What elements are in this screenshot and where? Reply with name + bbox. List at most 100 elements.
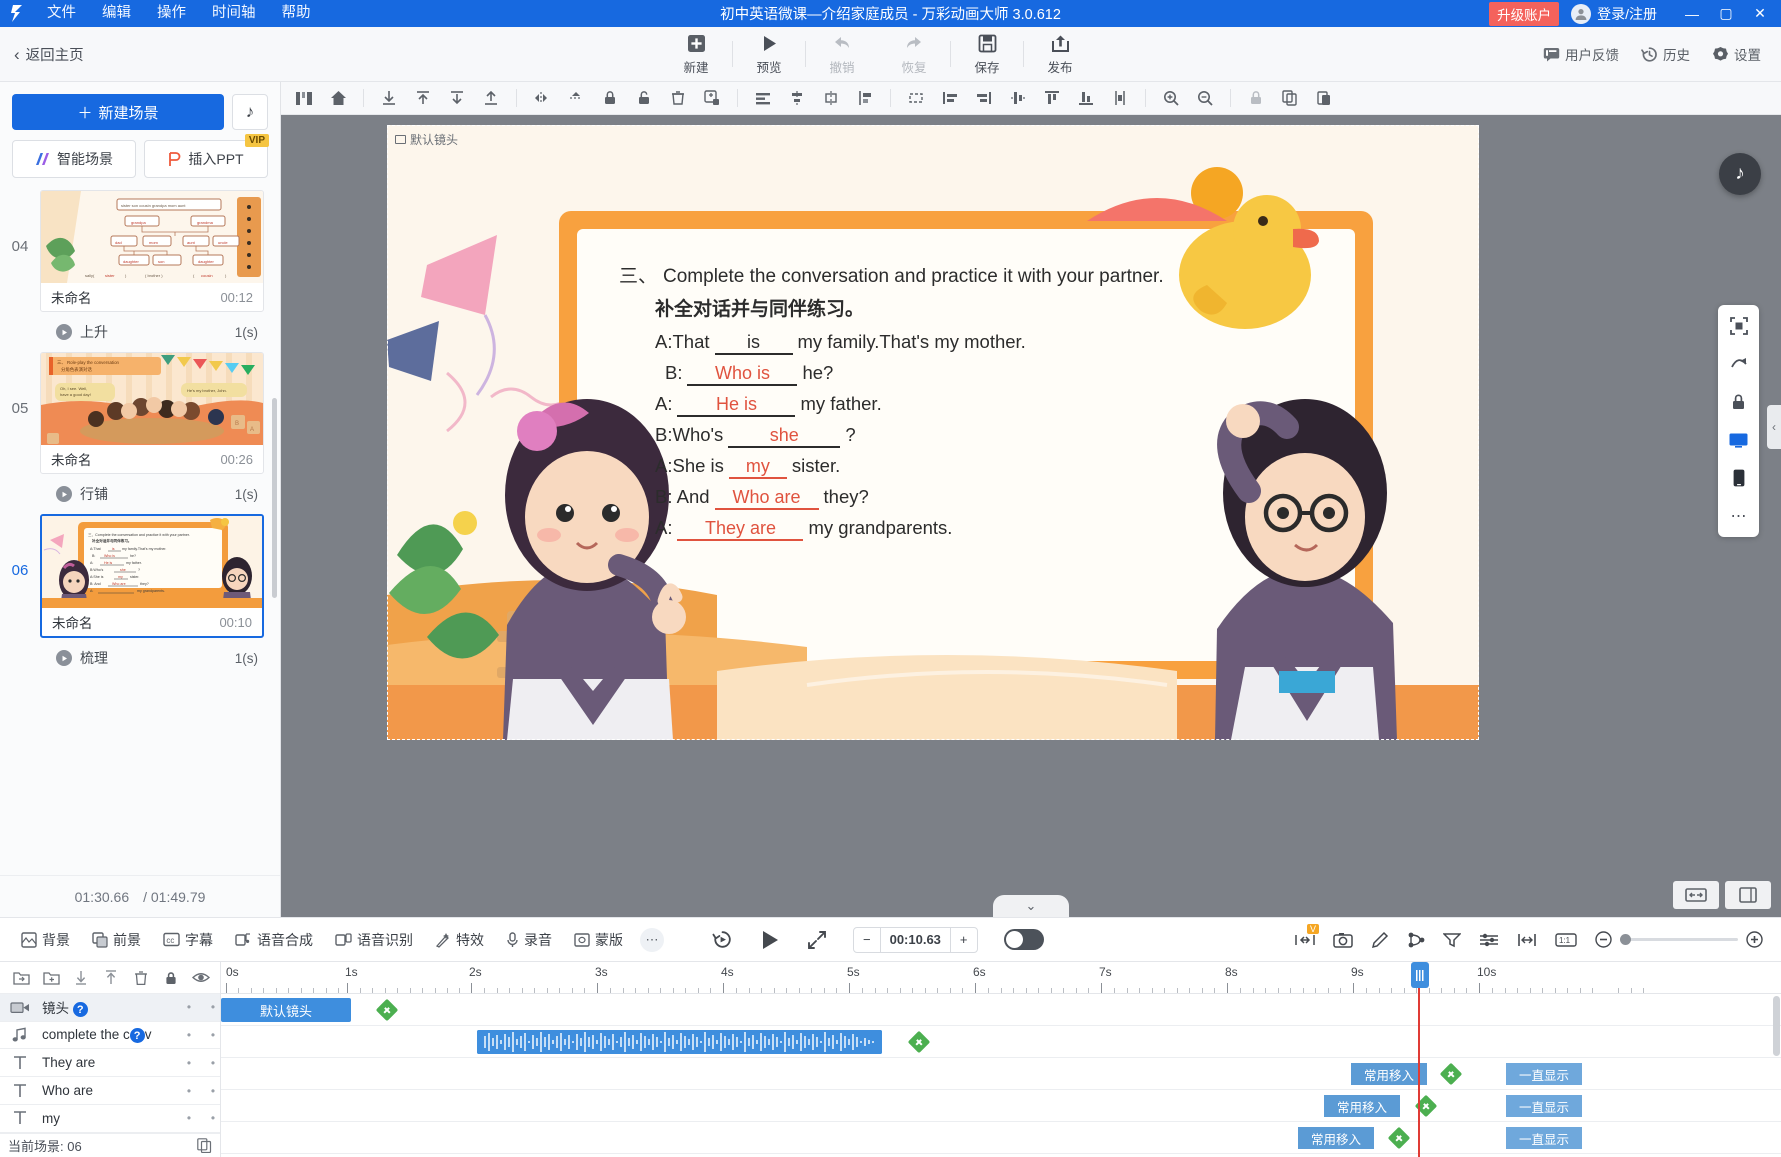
new-folder-icon[interactable] [36, 962, 66, 994]
move-up-icon[interactable] [96, 962, 126, 994]
answer-blank[interactable]: she [728, 425, 841, 448]
import-folder-icon[interactable] [6, 962, 36, 994]
home-icon[interactable] [321, 82, 355, 115]
track-option-2[interactable]: • [206, 1028, 220, 1042]
track-header-audio[interactable]: complete the conv? • • [0, 1022, 220, 1050]
camera-clip[interactable]: 默认镜头 [221, 998, 351, 1022]
align-justify-icon[interactable] [848, 82, 882, 115]
replay-button[interactable] [712, 929, 733, 950]
expand-canvas-button[interactable] [1725, 881, 1771, 909]
distribute-right-icon[interactable] [967, 82, 1001, 115]
scene-list[interactable]: 04 grandpa grandma dad mom aunt uncle da… [0, 178, 280, 875]
transition-play-icon[interactable] [56, 650, 72, 666]
close-button[interactable]: ✕ [1743, 0, 1777, 27]
keyframe-marker[interactable] [1387, 1126, 1411, 1150]
minimize-button[interactable]: — [1675, 0, 1709, 27]
new-scene-button[interactable]: ＋ 新建场景 [12, 94, 224, 130]
preview-button[interactable]: 预览 [733, 27, 805, 82]
track-option-1[interactable]: • [182, 1000, 196, 1014]
flip-icon[interactable] [1726, 351, 1752, 377]
align-center-h-icon[interactable] [780, 82, 814, 115]
help-icon[interactable]: ? [72, 1002, 88, 1018]
mobile-icon[interactable] [1726, 465, 1752, 491]
menu-help[interactable]: 帮助 [269, 0, 324, 27]
effects-button[interactable]: 特效 [424, 930, 495, 950]
track-option-1[interactable]: • [182, 1056, 196, 1070]
slide-canvas[interactable]: 三、 Complete the conversation and practic… [387, 125, 1479, 740]
playback-toggle[interactable] [1003, 929, 1044, 950]
current-time-value[interactable]: 00:10.63 [879, 927, 951, 952]
move-down-icon[interactable] [66, 962, 96, 994]
answer-blank[interactable]: is [714, 332, 793, 355]
lock-icon[interactable] [1726, 389, 1752, 415]
delete-icon[interactable] [661, 82, 695, 115]
track-option-1[interactable]: • [182, 1028, 196, 1042]
zoom-in-icon[interactable] [1746, 931, 1763, 948]
enter-animation-tag[interactable]: 常用移入 [1298, 1127, 1374, 1149]
maximize-button[interactable]: ▢ [1709, 0, 1743, 27]
subtitle-button[interactable]: cc 字幕 [152, 930, 224, 950]
play-button[interactable] [759, 929, 781, 951]
undo-button[interactable]: 撤销 [806, 27, 878, 82]
lock-icon[interactable] [156, 962, 186, 994]
record-button[interactable]: 录音 [495, 930, 563, 950]
track-row-text-3[interactable]: 常用移入 一直显示 [221, 1122, 1781, 1154]
stage-collapse-button[interactable]: ⌄ [993, 895, 1069, 917]
track-header-text-3[interactable]: my • • [0, 1105, 220, 1133]
menu-file[interactable]: 文件 [34, 0, 89, 27]
track-option-1[interactable]: • [182, 1084, 196, 1098]
align-vtop-icon[interactable] [1035, 82, 1069, 115]
spacing-button[interactable] [1517, 933, 1537, 947]
audio-clip[interactable] [477, 1030, 882, 1054]
list-item[interactable]: 04 grandpa grandma dad mom aunt uncle da… [0, 190, 280, 312]
zoom-handle[interactable] [1620, 934, 1631, 945]
history-button[interactable]: 历史 [1641, 44, 1690, 64]
scene-music-button[interactable]: ♪ [232, 94, 268, 130]
avatar[interactable] [1571, 3, 1592, 24]
timeline-grid-icon[interactable] [287, 82, 321, 115]
lock-icon[interactable] [593, 82, 627, 115]
sliders-button[interactable] [1479, 932, 1499, 948]
help-icon[interactable]: ? [129, 1028, 145, 1044]
copy-icon[interactable] [1273, 82, 1307, 115]
scene-card[interactable]: 三、 Role-play the conversation 分角色表演对话 Oh… [40, 352, 264, 474]
timeline-ruler[interactable]: 0s 1s 2s 3s 4s 5s 6s 7s 8s 9s 10s [221, 962, 1781, 994]
answer-blank[interactable]: my [728, 456, 787, 479]
panel-collapse-toggle[interactable]: ‹ [1767, 405, 1781, 449]
keyframe-marker[interactable] [375, 998, 399, 1022]
track-option-2[interactable]: • [206, 1056, 220, 1070]
numbering-button[interactable]: 1:1 [1555, 932, 1577, 947]
foreground-button[interactable]: 前景 [81, 930, 152, 950]
user-feedback-button[interactable]: 用户反馈 [1543, 44, 1619, 64]
snapshot-button[interactable] [1333, 932, 1353, 948]
unlock-icon[interactable] [627, 82, 661, 115]
fit-screen-icon[interactable] [1726, 313, 1752, 339]
flip-vertical-icon[interactable] [559, 82, 593, 115]
redo-button[interactable]: 恢复 [878, 27, 950, 82]
distribute-v-icon[interactable] [1103, 82, 1137, 115]
always-show-tag[interactable]: 一直显示 [1506, 1063, 1582, 1085]
track-row-text-2[interactable]: 常用移入 一直显示 [221, 1090, 1781, 1122]
zoom-slider[interactable] [1595, 931, 1763, 948]
more-icon[interactable]: ⋯ [1726, 503, 1752, 529]
new-button[interactable]: 新建 [660, 27, 732, 82]
scene-card[interactable]: 三、Complete the conversation and practice… [40, 514, 264, 638]
settings-button[interactable]: 设置 [1712, 44, 1761, 64]
track-option-1[interactable]: • [182, 1111, 196, 1125]
menu-edit[interactable]: 编辑 [89, 0, 144, 27]
login-register-link[interactable]: 登录/注册 [1597, 4, 1657, 24]
always-show-tag[interactable]: 一直显示 [1506, 1095, 1582, 1117]
mask-button[interactable]: 蒙版 [563, 930, 634, 950]
time-increment-button[interactable]: + [951, 928, 977, 952]
background-button[interactable]: 背景 [10, 930, 81, 950]
track-header-camera[interactable]: 镜头 ? • • [0, 994, 220, 1022]
enter-animation-tag[interactable]: 常用移入 [1324, 1095, 1400, 1117]
align-top-icon[interactable] [406, 82, 440, 115]
fullscreen-button[interactable] [807, 930, 827, 950]
menu-operations[interactable]: 操作 [144, 0, 199, 27]
duplicate-scene-icon[interactable] [197, 1138, 212, 1153]
branch-button[interactable] [1407, 931, 1425, 949]
answer-blank[interactable]: They are [677, 518, 804, 541]
paste-icon[interactable] [1307, 82, 1341, 115]
stage-canvas[interactable]: 三、 Complete the conversation and practic… [281, 115, 1781, 917]
